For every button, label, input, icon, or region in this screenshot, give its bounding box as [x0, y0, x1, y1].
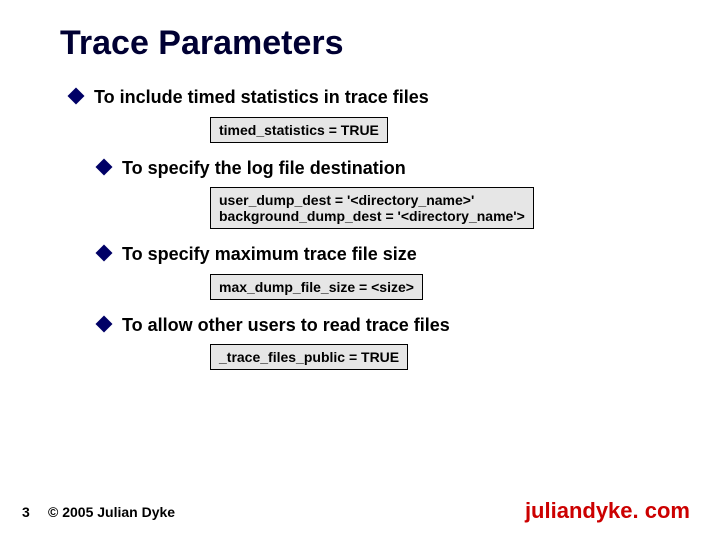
copyright-text: © 2005 Julian Dyke	[48, 504, 175, 520]
bullet-text: To include timed statistics in trace fil…	[94, 86, 429, 109]
bullet-item-3: To specify maximum trace file size	[98, 243, 680, 266]
diamond-bullet-icon	[96, 315, 113, 332]
diamond-bullet-icon	[96, 245, 113, 262]
bullet-item-4: To allow other users to read trace files	[98, 314, 680, 337]
bullet-item-2: To specify the log file destination	[98, 157, 680, 180]
bullet-text: To specify the log file destination	[122, 157, 406, 180]
footer: 3 © 2005 Julian Dyke juliandyke. com	[0, 494, 720, 522]
diamond-bullet-icon	[96, 158, 113, 175]
bullet-text: To specify maximum trace file size	[122, 243, 417, 266]
bullet-item-1: To include timed statistics in trace fil…	[70, 86, 680, 109]
diamond-bullet-icon	[68, 88, 85, 105]
bullet-text: To allow other users to read trace files	[122, 314, 450, 337]
page-number: 3	[22, 504, 30, 520]
slide-content: To include timed statistics in trace fil…	[70, 86, 680, 384]
site-url: juliandyke. com	[525, 498, 690, 524]
slide-title: Trace Parameters	[60, 24, 344, 63]
code-box-2: user_dump_dest = '<directory_name>' back…	[210, 187, 534, 229]
code-box-3: max_dump_file_size = <size>	[210, 274, 423, 300]
code-box-4: _trace_files_public = TRUE	[210, 344, 408, 370]
slide: Trace Parameters To include timed statis…	[0, 0, 720, 540]
code-box-1: timed_statistics = TRUE	[210, 117, 388, 143]
